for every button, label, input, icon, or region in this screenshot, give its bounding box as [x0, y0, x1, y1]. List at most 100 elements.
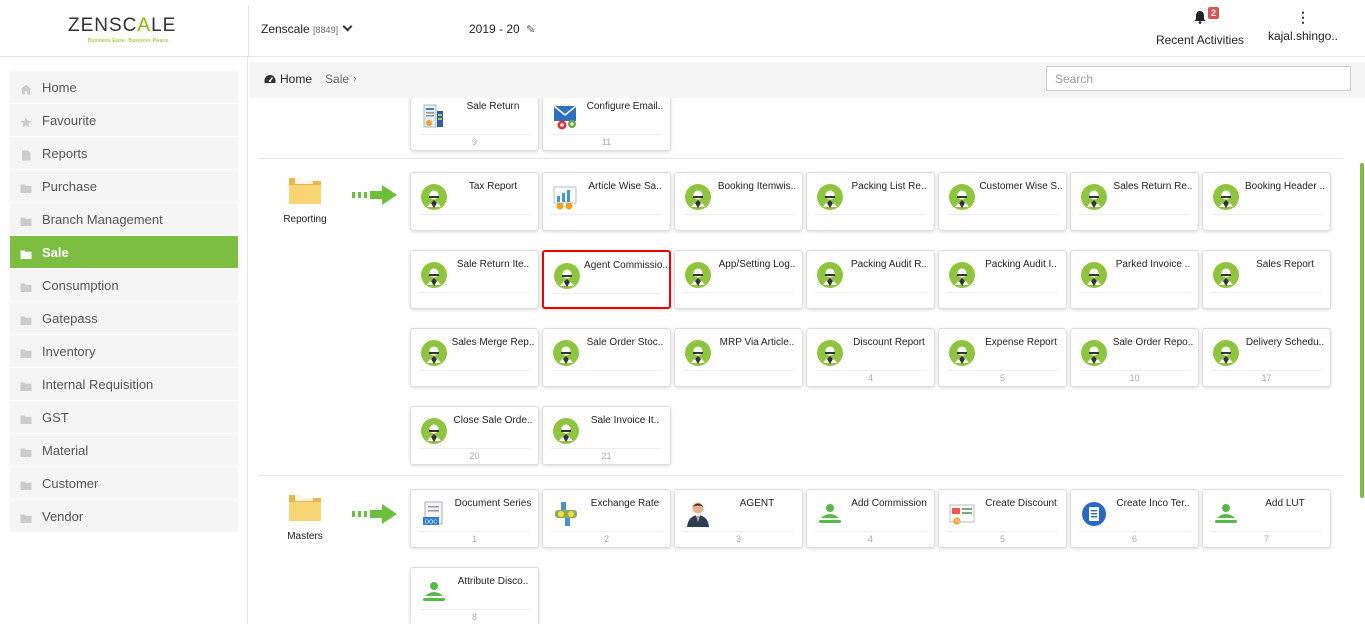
- tile-add-lut[interactable]: Add LUT 7: [1202, 489, 1331, 548]
- sidebar-item-label: Sale: [42, 244, 69, 260]
- tile-article-wise-sa[interactable]: Article Wise Sa..: [542, 172, 671, 231]
- company-code: [8849]: [313, 25, 339, 35]
- folder-icon: [289, 493, 321, 521]
- tile-close-sale-orde[interactable]: Close Sale Orde.. 20: [410, 406, 539, 465]
- tile-name: Sale Return: [466, 101, 520, 112]
- tile-parked-invoice[interactable]: Parked Invoice ..: [1070, 250, 1199, 309]
- edit-icon[interactable]: ✎: [526, 24, 535, 36]
- sidebar-item-gatepass[interactable]: Gatepass: [10, 302, 238, 335]
- tile-divider: [552, 293, 661, 294]
- tile-create-inco-ter[interactable]: Create Inco Ter.. 6: [1070, 489, 1199, 548]
- sidebar-item-branch-management[interactable]: Branch Management: [10, 203, 238, 236]
- sidebar-item-purchase[interactable]: Purchase: [10, 170, 238, 203]
- sidebar-item-label: Material: [42, 442, 89, 458]
- tile-sales-merge-rep[interactable]: Sales Merge Rep..: [410, 328, 539, 387]
- tile-name: Add LUT: [1265, 498, 1305, 509]
- report-user-icon: [684, 183, 712, 211]
- dashboard-icon: [264, 74, 276, 83]
- sidebar-item-reports[interactable]: Reports: [10, 137, 238, 170]
- tile-mrp-via-article[interactable]: MRP Via Article..: [674, 328, 803, 387]
- sidebar-item-customer[interactable]: Customer: [10, 467, 238, 500]
- arrow-right-icon: [352, 185, 397, 205]
- folder-icon: [289, 176, 321, 204]
- user-icon: [816, 500, 844, 528]
- tile-divider: [419, 134, 530, 135]
- recent-activities-button[interactable]: Recent Activities: [1150, 10, 1250, 47]
- tile-sale-return-ite[interactable]: Sale Return Ite..: [410, 250, 539, 309]
- tile-booking-itemwis[interactable]: Booking Itemwis..: [674, 172, 803, 231]
- tile-count: 17: [1261, 373, 1272, 383]
- sidebar-item-vendor[interactable]: Vendor: [10, 500, 238, 533]
- tile-discount-report[interactable]: Discount Report 4: [806, 328, 935, 387]
- svg-text:DOC: DOC: [425, 520, 437, 526]
- sidebar-item-home[interactable]: Home: [10, 71, 238, 104]
- tile-divider: [1079, 370, 1190, 371]
- tile-packing-audit-r[interactable]: Packing Audit R..: [806, 250, 935, 309]
- report-user-icon: [1212, 261, 1240, 289]
- tile-divider: [551, 531, 662, 532]
- tile-name: Booking Header ..: [1244, 181, 1326, 192]
- tile-divider: [947, 292, 1058, 293]
- masters-group[interactable]: Masters: [260, 489, 350, 542]
- sidebar-item-label: Consumption: [42, 277, 119, 293]
- tile-agent[interactable]: AGENT 3: [674, 489, 803, 548]
- tile-name: Create Inco Ter..: [1116, 498, 1190, 509]
- tile-create-discount[interactable]: % Create Discount 5: [938, 489, 1067, 548]
- sidebar-item-material[interactable]: Material: [10, 434, 238, 467]
- tile-attribute-disco[interactable]: Attribute Disco.. 8: [410, 567, 539, 624]
- zenscale-logo[interactable]: ZENSCALE Business Ease. Business Peace.: [68, 15, 180, 44]
- tile-packing-audit-i[interactable]: Packing Audit I..: [938, 250, 1067, 309]
- document-circle-icon: [1080, 500, 1108, 528]
- tile-expense-report[interactable]: Expense Report 5: [938, 328, 1067, 387]
- tile-delivery-schedu[interactable]: Delivery Schedu.. 17: [1202, 328, 1331, 387]
- home-icon: [20, 82, 32, 94]
- tile-sales-report[interactable]: Sales Report: [1202, 250, 1331, 309]
- report-user-icon: [420, 417, 448, 445]
- user-icon: [420, 578, 448, 606]
- tile-exchange-rate[interactable]: Exchange Rate 2: [542, 489, 671, 548]
- folder-icon: [20, 379, 32, 391]
- notification-badge: 2: [1208, 7, 1220, 19]
- tile-document-series[interactable]: DOC Document Series 1: [410, 489, 539, 548]
- sidebar-item-internal-requisition[interactable]: Internal Requisition: [10, 368, 238, 401]
- tile-name: Add Commission: [851, 498, 927, 509]
- financial-year: 2019 - 20: [469, 22, 520, 36]
- tile-customer-wise-s[interactable]: Customer Wise S..: [938, 172, 1067, 231]
- sidebar-item-label: Internal Requisition: [42, 376, 154, 392]
- sidebar-item-gst[interactable]: GST: [10, 401, 238, 434]
- sidebar-item-label: Home: [42, 79, 77, 95]
- scrollbar[interactable]: [1360, 163, 1364, 498]
- tile-name: Packing Audit R..: [850, 259, 928, 270]
- breadcrumb-home[interactable]: Home: [280, 72, 312, 86]
- tile-agent-commissio[interactable]: Agent Commissio..: [542, 250, 671, 309]
- tile-app-setting-log[interactable]: App/Setting Log..: [674, 250, 803, 309]
- reporting-group[interactable]: Reporting: [260, 172, 350, 225]
- breadcrumb-bar: Home Sale ›: [249, 62, 1365, 98]
- sidebar-item-label: Customer: [42, 475, 99, 491]
- tile-add-commission[interactable]: Add Commission 4: [806, 489, 935, 548]
- tile-name: Discount Report: [853, 337, 925, 348]
- sidebar-item-inventory[interactable]: Inventory: [10, 335, 238, 368]
- tile-sale-order-stoc[interactable]: Sale Order Stoc..: [542, 328, 671, 387]
- tile-divider: [1079, 214, 1190, 215]
- tile-count: 4: [867, 534, 873, 544]
- tile-sale-invoice-it[interactable]: Sale Invoice It.. 21: [542, 406, 671, 465]
- report-user-icon: [1080, 339, 1108, 367]
- search-input[interactable]: [1046, 66, 1351, 91]
- sidebar-item-sale[interactable]: Sale: [10, 236, 238, 269]
- sidebar-item-favourite[interactable]: Favourite: [10, 104, 238, 137]
- company-selector[interactable]: Zenscale [8849]: [261, 21, 353, 36]
- tile-booking-header[interactable]: Booking Header ..: [1202, 172, 1331, 231]
- sidebar-item-consumption[interactable]: Consumption: [10, 269, 238, 302]
- report-user-icon: [552, 417, 580, 445]
- financial-year-selector[interactable]: 2019 - 20 ✎: [469, 22, 535, 36]
- tile-configure-email[interactable]: Configure Email.. 11: [542, 98, 671, 151]
- tile-sale-return[interactable]: Sale Return 9: [410, 98, 539, 151]
- report-user-icon: [816, 339, 844, 367]
- tile-sales-return-re[interactable]: Sales Return Re..: [1070, 172, 1199, 231]
- tile-tax-report[interactable]: Tax Report: [410, 172, 539, 231]
- tile-divider: [551, 448, 662, 449]
- tile-sale-order-repo[interactable]: Sale Order Repo.. 10: [1070, 328, 1199, 387]
- user-menu[interactable]: ⋮ kajal.shingo..: [1265, 10, 1341, 43]
- tile-packing-list-re[interactable]: Packing List Re..: [806, 172, 935, 231]
